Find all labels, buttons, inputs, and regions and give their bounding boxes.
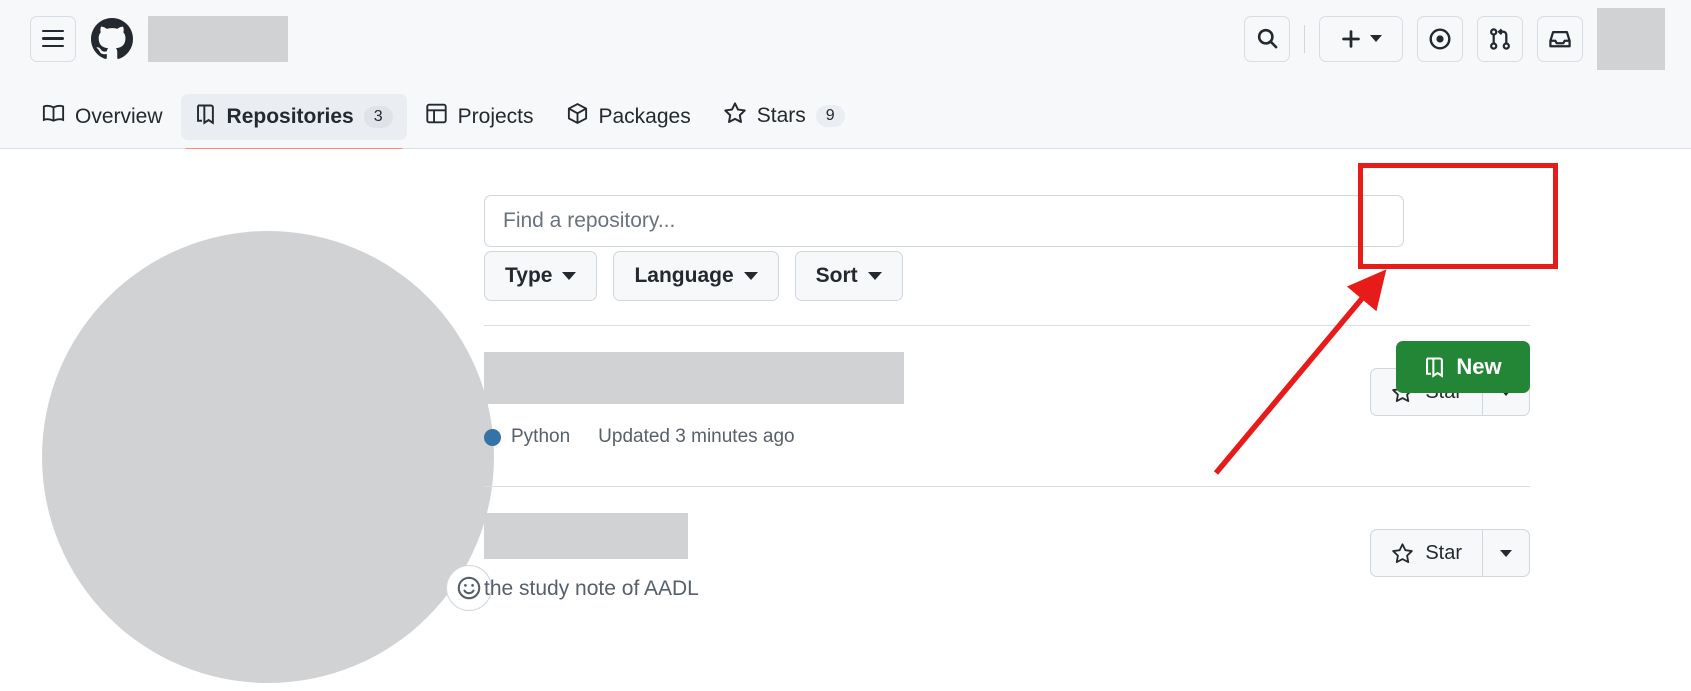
repo-metadata: Python Updated 3 minutes ago: [484, 426, 1530, 448]
new-button-label: New: [1456, 354, 1502, 379]
github-repositories-page: Overview Repositories 3 Projects Package…: [0, 0, 1691, 691]
star-button[interactable]: Star: [1370, 529, 1482, 577]
repo-language: Python: [484, 426, 570, 448]
create-new-button[interactable]: [1319, 15, 1403, 62]
profile-nav-tabs: Overview Repositories 3 Projects Package…: [0, 77, 1691, 151]
user-avatar-redacted[interactable]: [1597, 7, 1665, 70]
profile-avatar[interactable]: [42, 231, 494, 683]
filter-label: Type: [505, 264, 553, 287]
tab-projects[interactable]: Projects: [411, 93, 548, 140]
tab-overview[interactable]: Overview: [28, 93, 177, 140]
github-logo-icon[interactable]: [90, 17, 134, 61]
type-filter[interactable]: Type: [484, 251, 598, 301]
star-options-button[interactable]: [1482, 529, 1530, 577]
hamburger-menu-icon[interactable]: [30, 15, 76, 62]
profile-body: Type Language Sort Python: [0, 149, 1691, 691]
tab-label: Repositories: [226, 105, 354, 128]
repo-icon: [1426, 357, 1444, 378]
chevron-down-icon: [743, 272, 758, 280]
table-icon: [425, 102, 448, 131]
tab-stars[interactable]: Stars 9: [709, 92, 859, 140]
filter-label: Language: [634, 264, 734, 287]
notifications-button[interactable]: [1537, 15, 1583, 62]
repo-description: the study note of AADL: [484, 577, 699, 600]
language-color-dot: [484, 428, 501, 446]
repo-updated-time: Updated 3 minutes ago: [598, 426, 795, 447]
tab-label: Packages: [598, 104, 691, 128]
repository-list: Python Updated 3 minutes ago Star: [484, 325, 1530, 647]
table-row: Python Updated 3 minutes ago Star: [484, 326, 1530, 486]
repo-search-row: [484, 195, 1404, 247]
repo-name-redacted[interactable]: [484, 352, 904, 404]
tab-label: Stars: [756, 104, 806, 127]
tab-label: Overview: [75, 104, 163, 128]
language-label: Python: [511, 426, 571, 447]
table-row: the study note of AADL Star: [484, 487, 1530, 647]
tab-label: Projects: [457, 104, 534, 128]
repo-name-redacted[interactable]: [484, 513, 688, 559]
global-header: [0, 0, 1691, 77]
chevron-down-icon: [1370, 35, 1382, 42]
new-repository-button[interactable]: New: [1396, 341, 1530, 393]
tab-count-badge: 9: [815, 105, 845, 127]
star-button-group: Star: [1370, 529, 1530, 577]
sort-filter[interactable]: Sort: [794, 251, 903, 301]
star-icon: [1392, 542, 1414, 563]
repo-filters: Type Language Sort: [484, 251, 903, 301]
package-icon: [566, 102, 589, 131]
search-input[interactable]: [484, 195, 1404, 247]
avatar-image-redacted[interactable]: [42, 231, 494, 683]
filter-label: Sort: [815, 264, 858, 287]
header-divider: [1304, 24, 1305, 53]
chevron-down-icon: [1500, 549, 1512, 557]
pull-requests-button[interactable]: [1477, 15, 1523, 62]
chevron-down-icon: [867, 272, 882, 280]
header-right-cluster: [1244, 7, 1691, 70]
star-icon: [723, 101, 747, 131]
repo-icon: [195, 103, 217, 131]
tab-repositories[interactable]: Repositories 3: [180, 94, 407, 151]
tab-count-badge: 3: [363, 106, 393, 128]
tab-packages[interactable]: Packages: [552, 93, 705, 140]
issues-button[interactable]: [1417, 15, 1463, 62]
chevron-down-icon: [562, 272, 577, 280]
header-left-cluster: [0, 15, 288, 62]
star-label: Star: [1425, 541, 1462, 564]
book-icon: [42, 102, 65, 131]
language-filter[interactable]: Language: [613, 251, 779, 301]
owner-name-redacted: [148, 15, 288, 62]
search-button[interactable]: [1244, 15, 1290, 62]
